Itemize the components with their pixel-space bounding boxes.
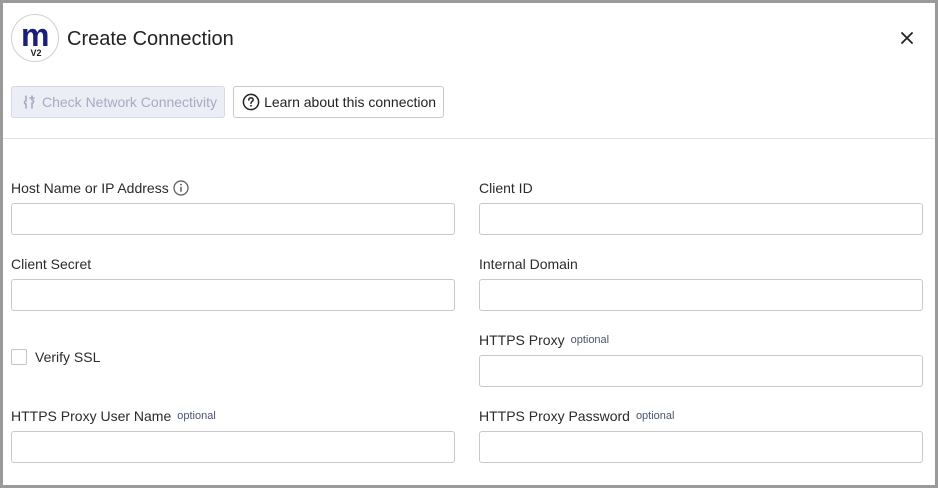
- page-title: Create Connection: [67, 28, 234, 50]
- client-secret-label: Client Secret: [11, 256, 92, 272]
- check-network-label: Check Network Connectivity: [42, 94, 218, 110]
- close-icon: [901, 32, 913, 44]
- integration-logo: m V2: [11, 14, 59, 62]
- client-secret-field-group: Client Secret: [11, 255, 455, 311]
- host-input[interactable]: [11, 203, 455, 235]
- create-connection-dialog: m V2 Create Connection Check Network Con…: [3, 3, 935, 485]
- proxy-user-input[interactable]: [11, 431, 455, 463]
- host-label: Host Name or IP Address: [11, 180, 169, 196]
- proxy-user-label: HTTPS Proxy User Name: [11, 408, 172, 424]
- host-label-row: Host Name or IP Address: [11, 179, 455, 197]
- proxy-password-field-group: HTTPS Proxy Password optional: [479, 407, 923, 463]
- https-proxy-label: HTTPS Proxy: [479, 332, 565, 348]
- learn-label: Learn about this connection: [264, 94, 437, 110]
- proxy-password-label: HTTPS Proxy Password: [479, 408, 630, 424]
- logo-mark: m: [21, 17, 49, 53]
- internal-domain-field-group: Internal Domain: [479, 255, 923, 311]
- https-proxy-input[interactable]: [479, 355, 923, 387]
- verify-ssl-checkbox[interactable]: Verify SSL: [11, 349, 100, 365]
- logo-version: V2: [30, 48, 42, 58]
- toolbar: Check Network Connectivity Learn about t…: [11, 86, 445, 118]
- close-button[interactable]: [897, 28, 917, 48]
- dialog-header: m V2 Create Connection: [3, 3, 935, 73]
- header-divider: [3, 138, 935, 139]
- optional-tag: optional: [570, 334, 610, 346]
- proxy-password-label-row: HTTPS Proxy Password optional: [479, 407, 923, 425]
- client-id-input[interactable]: [479, 203, 923, 235]
- proxy-password-input[interactable]: [479, 431, 923, 463]
- learn-about-connection-button[interactable]: Learn about this connection: [233, 86, 445, 118]
- host-field-group: Host Name or IP Address: [11, 179, 455, 235]
- help-circle-icon: [242, 93, 260, 111]
- client-id-label: Client ID: [479, 180, 533, 196]
- https-proxy-field-group: HTTPS Proxy optional: [479, 331, 923, 387]
- proxy-user-label-row: HTTPS Proxy User Name optional: [11, 407, 455, 425]
- info-icon[interactable]: [173, 180, 189, 196]
- network-plug-icon: [20, 93, 38, 111]
- verify-ssl-box[interactable]: [11, 349, 27, 365]
- client-id-field-group: Client ID: [479, 179, 923, 235]
- client-secret-input[interactable]: [11, 279, 455, 311]
- internal-domain-input[interactable]: [479, 279, 923, 311]
- proxy-user-field-group: HTTPS Proxy User Name optional: [11, 407, 455, 463]
- optional-tag: optional: [635, 410, 675, 422]
- optional-tag: optional: [177, 410, 216, 422]
- check-network-connectivity-button[interactable]: Check Network Connectivity: [11, 86, 226, 118]
- https-proxy-label-row: HTTPS Proxy optional: [479, 331, 923, 349]
- verify-ssl-label: Verify SSL: [35, 349, 101, 365]
- internal-domain-label: Internal Domain: [479, 256, 578, 272]
